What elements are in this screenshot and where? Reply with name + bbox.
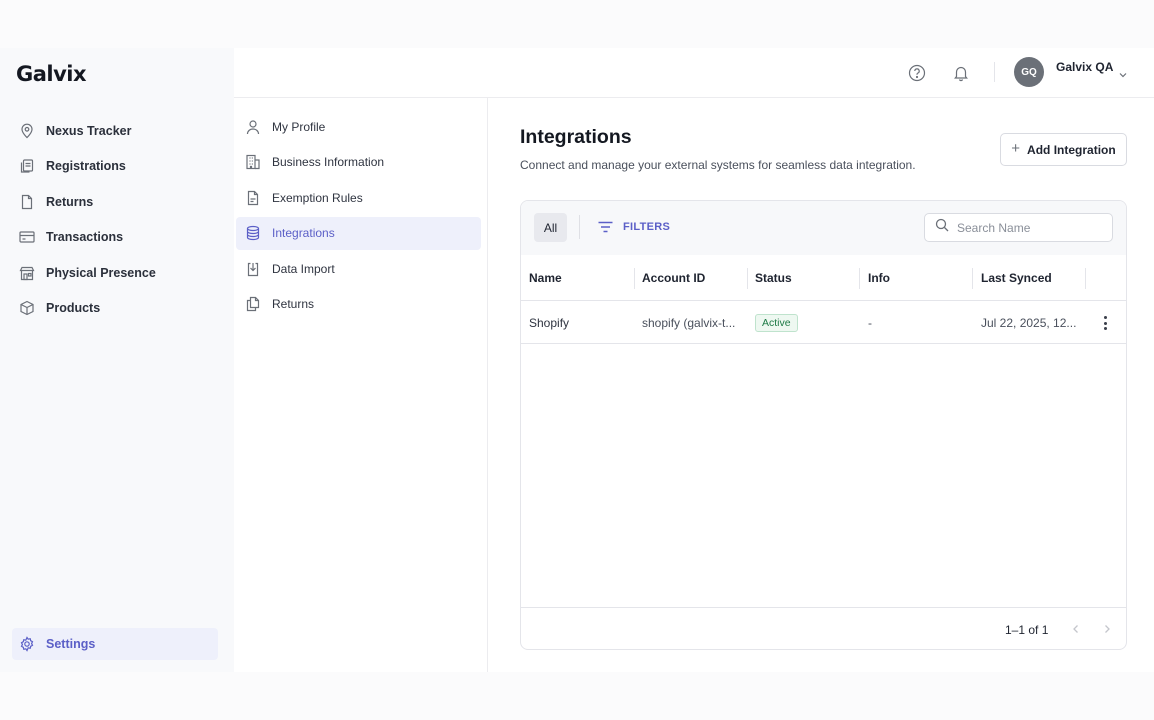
table-row[interactable]: Shopify shopify (galvix-t... Active - Ju… (521, 301, 1126, 344)
column-divider (747, 268, 748, 289)
table-footer: 1–1 of 1 (521, 607, 1126, 649)
sidebar-item-transactions[interactable]: Transactions (12, 220, 222, 256)
sidebar-item-physical-presence[interactable]: Physical Presence (12, 255, 222, 291)
cell-status: Active (755, 301, 798, 344)
map-pin-icon (18, 122, 36, 140)
sidebar-item-label: Products (46, 301, 101, 316)
sidebar-item-label: Nexus Tracker (46, 123, 132, 138)
download-icon (244, 260, 262, 278)
column-divider (634, 268, 635, 289)
column-header-info[interactable]: Info (868, 255, 890, 301)
divider (994, 62, 995, 82)
settings-item-my-profile[interactable]: My Profile (236, 110, 481, 143)
add-integration-button[interactable]: + Add Integration (1000, 133, 1127, 166)
filters-label: FILTERS (623, 221, 671, 233)
copy-icon (244, 295, 262, 313)
settings-item-returns[interactable]: Returns (236, 288, 481, 321)
sidebar-item-label: Registrations (46, 159, 126, 174)
settings-item-label: Business Information (272, 155, 385, 169)
storefront-icon (18, 264, 36, 282)
user-icon (244, 118, 262, 136)
avatar[interactable]: GQ (1014, 57, 1044, 87)
column-header-last-synced[interactable]: Last Synced (981, 255, 1052, 301)
table-header: Name Account ID Status Info Last Synced (521, 255, 1126, 301)
help-icon[interactable] (907, 63, 927, 83)
documents-icon (18, 157, 36, 175)
database-icon (244, 224, 262, 242)
column-header-name[interactable]: Name (529, 255, 562, 301)
building-icon (244, 153, 262, 171)
divider (579, 215, 580, 239)
sidebar-item-label: Transactions (46, 230, 124, 245)
add-integration-label: Add Integration (1027, 142, 1116, 157)
page-title: Integrations (520, 126, 632, 148)
search-icon (935, 218, 949, 237)
search-input[interactable] (957, 220, 1107, 235)
table-toolbar: All FILTERS (521, 201, 1126, 255)
column-divider (1085, 268, 1086, 289)
column-divider (859, 268, 860, 289)
gear-icon (18, 635, 36, 653)
cell-name: Shopify (529, 315, 570, 330)
settings-item-data-import[interactable]: Data Import (236, 252, 481, 285)
row-actions-icon[interactable] (1098, 315, 1112, 331)
settings-item-label: Exemption Rules (272, 190, 363, 205)
sidebar-item-label: Returns (46, 194, 94, 209)
settings-nav: My Profile Business Information Exemptio… (234, 98, 488, 672)
main-nav: Nexus Tracker Registrations Returns Tran… (12, 113, 222, 326)
chevron-down-icon[interactable] (1118, 67, 1128, 78)
file-icon (18, 193, 36, 211)
cell-last-synced: Jul 22, 2025, 12... (981, 315, 1077, 330)
bell-icon[interactable] (951, 63, 971, 83)
chevron-left-icon[interactable] (1069, 622, 1083, 636)
sidebar-item-returns[interactable]: Returns (12, 184, 222, 220)
cell-info: - (868, 315, 872, 330)
column-header-account-id[interactable]: Account ID (642, 255, 705, 301)
filter-chip-all[interactable]: All (534, 213, 567, 242)
column-divider (972, 268, 973, 289)
app-window: Galvix Nexus Tracker Registrations Retur… (0, 48, 1154, 672)
top-bar: GQ Galvix QA (234, 48, 1154, 98)
plus-icon: + (1011, 140, 1021, 157)
settings-item-business-information[interactable]: Business Information (236, 146, 481, 179)
integrations-table-card: All FILTERS Name Account (520, 200, 1127, 650)
sidebar-item-products[interactable]: Products (12, 291, 222, 327)
settings-item-label: My Profile (272, 119, 326, 134)
user-name[interactable]: Galvix QA (1056, 60, 1113, 74)
sidebar-item-nexus-tracker[interactable]: Nexus Tracker (12, 113, 222, 149)
brand-logo[interactable]: Galvix (16, 62, 87, 86)
settings-item-exemption-rules[interactable]: Exemption Rules (236, 181, 481, 214)
main-content: Integrations Connect and manage your ext… (489, 98, 1154, 672)
settings-item-label: Returns (272, 297, 315, 311)
status-badge: Active (755, 313, 798, 332)
settings-item-label: Data Import (272, 261, 335, 276)
sidebar-item-settings[interactable]: Settings (12, 628, 218, 660)
sidebar-item-label: Settings (46, 637, 96, 651)
filters-button[interactable]: FILTERS (598, 220, 670, 234)
main-sidebar: Galvix Nexus Tracker Registrations Retur… (0, 48, 234, 672)
sidebar-item-registrations[interactable]: Registrations (12, 149, 222, 185)
box-icon (18, 299, 36, 317)
settings-item-label: Integrations (272, 226, 335, 240)
pagination-range: 1–1 of 1 (1005, 623, 1049, 637)
sidebar-item-label: Physical Presence (46, 265, 156, 280)
settings-item-integrations[interactable]: Integrations (236, 216, 481, 250)
filter-icon (598, 220, 614, 234)
document-icon (244, 189, 262, 207)
column-header-status[interactable]: Status (755, 255, 792, 301)
chevron-right-icon[interactable] (1100, 622, 1114, 636)
card-icon (18, 228, 36, 246)
cell-account-id: shopify (galvix-t... (642, 315, 736, 330)
search-box[interactable] (924, 213, 1113, 242)
page-subtitle: Connect and manage your external systems… (520, 158, 916, 172)
